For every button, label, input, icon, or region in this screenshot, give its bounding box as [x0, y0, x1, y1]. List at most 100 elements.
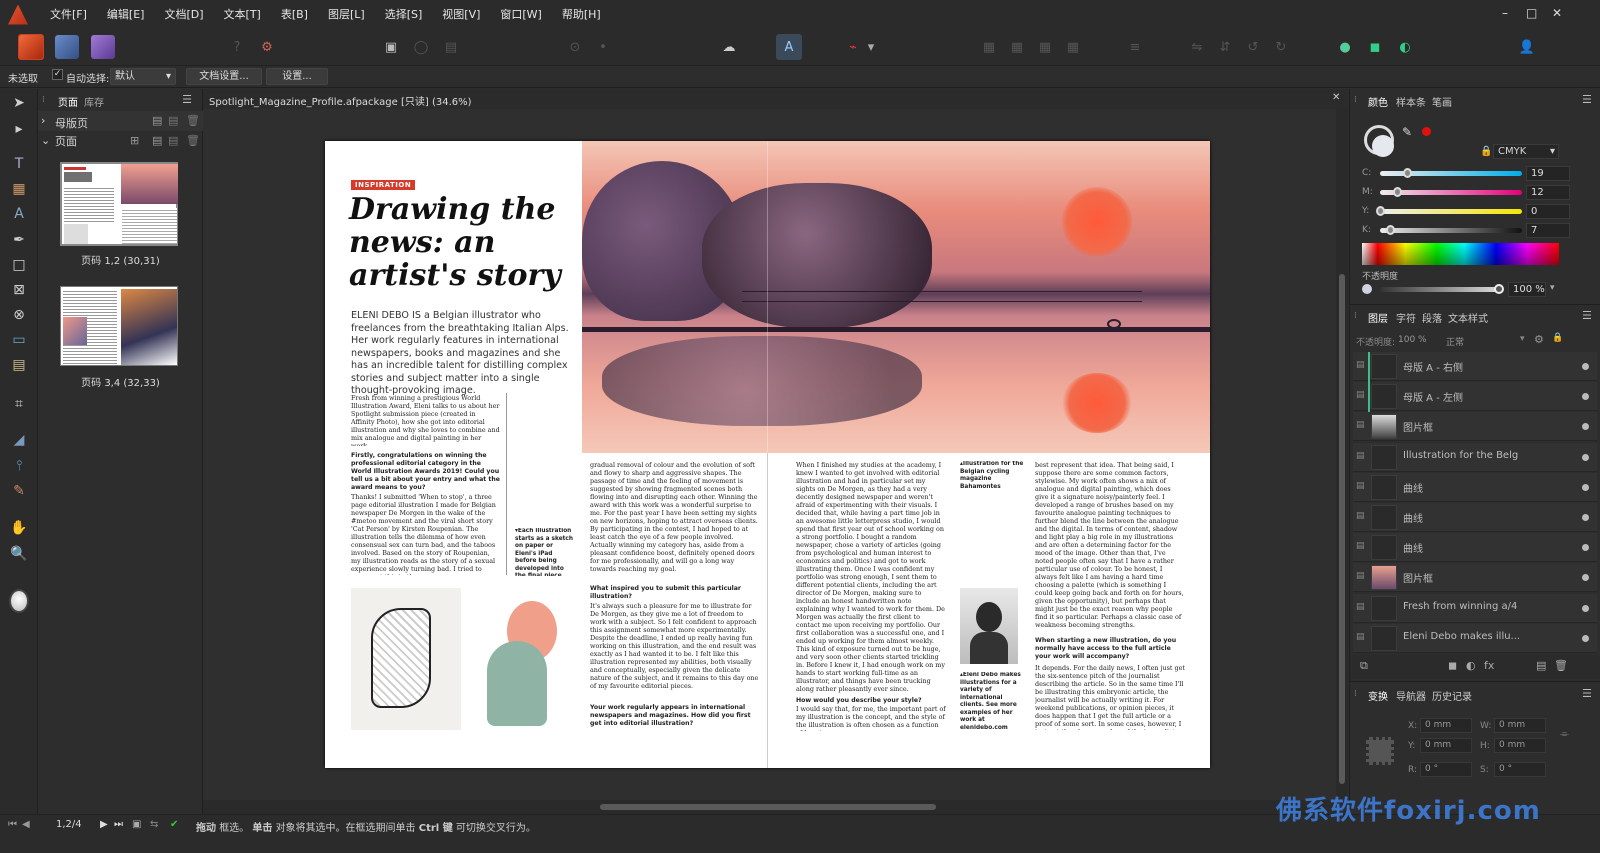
layer-type-icon[interactable]: ▤	[1356, 632, 1365, 642]
ellipse-frame-tool-icon[interactable]: ⊗	[7, 304, 31, 326]
maximize-button[interactable]: □	[1526, 6, 1537, 20]
lock-icon[interactable]: 🔒	[1552, 333, 1563, 343]
spread-view-icon[interactable]: ▣	[132, 819, 141, 830]
add-master-icon[interactable]: ▤	[152, 114, 162, 127]
page-options-icon[interactable]: ⊞	[130, 134, 139, 147]
channel-value-field[interactable]: 12	[1526, 185, 1570, 200]
article-column-3[interactable]: When I finished my studies at the academ…	[796, 461, 946, 695]
last-page-icon[interactable]: ⏭	[114, 819, 123, 830]
layer-type-icon[interactable]: ▤	[1356, 481, 1365, 491]
layer-row[interactable]: ▤ 曲线	[1353, 472, 1597, 502]
document-tab-title[interactable]: Spotlight_Magazine_Profile.afpackage [只读…	[209, 93, 472, 108]
node-tool-icon[interactable]: ▸	[7, 118, 31, 140]
layer-visibility-toggle[interactable]	[1582, 574, 1589, 582]
w-field[interactable]: 0 mm	[1494, 718, 1546, 733]
minimize-button[interactable]: –	[1502, 6, 1508, 20]
pin-icon[interactable]: ⊙	[562, 34, 588, 60]
shear-field[interactable]: 0 °	[1494, 762, 1546, 777]
help-icon[interactable]: ?	[224, 34, 250, 60]
auto-select-checkbox[interactable]: ✓	[52, 69, 63, 80]
channel-value-field[interactable]: 7	[1526, 223, 1570, 238]
channel-value-field[interactable]: 19	[1526, 166, 1570, 181]
hero-illustration[interactable]	[582, 141, 1210, 453]
menu-item[interactable]: 文档[D]	[154, 0, 213, 29]
layer-type-icon[interactable]: ▤	[1356, 571, 1365, 581]
tab-text-styles[interactable]: 文本样式	[1448, 310, 1488, 325]
snapping-dropdown-icon[interactable]: ▾	[864, 34, 878, 60]
layer-visibility-toggle[interactable]	[1582, 544, 1589, 552]
vertical-scrollbar[interactable]	[1336, 109, 1348, 814]
answer-4[interactable]: I would say that, for me, the important …	[796, 705, 946, 731]
link-icon[interactable]: ⇆	[150, 819, 158, 830]
tab-navigator[interactable]: 导航器	[1396, 688, 1426, 703]
article-headline[interactable]: Drawing the news: an artist's story	[349, 193, 575, 292]
artistic-text-tool-icon[interactable]: A	[7, 203, 31, 225]
layers-copy-icon[interactable]: ⧉	[1360, 659, 1368, 673]
answer-2[interactable]: It's always such a pleasure for me to il…	[590, 602, 760, 702]
layer-type-icon[interactable]: ▤	[1356, 420, 1365, 430]
y-field[interactable]: 0 mm	[1420, 738, 1472, 753]
color-mode-dropdown[interactable]: CMYK ▾	[1493, 144, 1559, 159]
question-3[interactable]: Your work regularly appears in internati…	[590, 704, 760, 730]
tab-paragraph[interactable]: 段落	[1422, 310, 1442, 325]
menu-item[interactable]: 图层[L]	[318, 0, 375, 29]
caption-sketch[interactable]: ▾Each illustration starts as a sketch on…	[515, 528, 575, 576]
menu-item[interactable]: 编辑[E]	[97, 0, 155, 29]
rotate-left-icon[interactable]: ↺	[1240, 34, 1266, 60]
page-indicator[interactable]: 1,2/4	[56, 819, 82, 830]
close-document-button[interactable]: ✕	[1332, 92, 1340, 103]
channel-slider-handle[interactable]	[1402, 168, 1412, 178]
pages-section[interactable]: ⌄ 页面 ⊞ ▤ ▤ 🗑	[38, 131, 203, 151]
flip-h-icon[interactable]: ⇋	[1184, 34, 1210, 60]
tab-color[interactable]: 颜色	[1368, 94, 1388, 109]
horizontal-scrollbar[interactable]	[203, 800, 1336, 814]
layer-visibility-toggle[interactable]	[1582, 483, 1589, 491]
text-frame-icon[interactable]: A	[776, 34, 802, 60]
opacity-slider-handle[interactable]	[1494, 284, 1504, 294]
publisher-persona-icon[interactable]	[18, 34, 44, 60]
horizontal-scroll-thumb[interactable]	[600, 804, 936, 810]
channel-slider-handle[interactable]	[1376, 206, 1385, 216]
flip-v-icon[interactable]: ⇵	[1212, 34, 1238, 60]
tab-pages[interactable]: 页面	[58, 94, 78, 109]
previous-page-icon[interactable]: ◀	[22, 819, 30, 830]
layer-visibility-toggle[interactable]	[1582, 423, 1589, 431]
rectangle-tool-icon[interactable]: □	[7, 254, 31, 276]
layer-visibility-toggle[interactable]	[1582, 514, 1589, 521]
preview-icon[interactable]: ◯	[408, 34, 434, 60]
layer-type-icon[interactable]: ▤	[1356, 360, 1365, 370]
article-column-2[interactable]: gradual removal of colour and the evolut…	[590, 461, 760, 581]
channel-slider-handle[interactable]	[1385, 225, 1395, 235]
zoom-tool-icon[interactable]: 🔍	[7, 543, 31, 565]
answer-5[interactable]: It depends. For the daily news, I often …	[1035, 664, 1185, 730]
arrange-back-icon[interactable]: ▦	[976, 34, 1002, 60]
channel-slider[interactable]	[1380, 209, 1522, 214]
boolean-subtract-icon[interactable]: ◼	[1362, 34, 1388, 60]
color-well[interactable]	[1422, 127, 1431, 136]
caption-portrait[interactable]: ▴Eleni Debo makes illustrations for a va…	[960, 672, 1024, 732]
tab-history[interactable]: 历史记录	[1432, 688, 1472, 703]
vertical-scroll-thumb[interactable]	[1339, 274, 1345, 784]
layer-settings-gear-icon[interactable]: ⚙	[1534, 333, 1544, 346]
layer-visibility-toggle[interactable]	[1582, 393, 1589, 401]
designer-persona-icon[interactable]	[90, 34, 116, 60]
caption-bahamontes[interactable]: ▴Illustration for the Belgian cycling ma…	[960, 461, 1024, 497]
layer-row[interactable]: ▤ 曲线	[1353, 533, 1597, 563]
menu-item[interactable]: 文本[T]	[214, 0, 271, 29]
menu-item[interactable]: 视图[V]	[432, 0, 490, 29]
layer-row[interactable]: ▤ Illustration for the Belg	[1353, 442, 1597, 472]
first-page-icon[interactable]: ⏮	[8, 819, 17, 830]
layer-opacity-value[interactable]: 100 %	[1398, 335, 1427, 345]
mask-icon[interactable]: ◼	[1448, 659, 1457, 672]
panel-menu-icon[interactable]: ☰	[182, 93, 192, 106]
add-page-icon[interactable]: ▤	[152, 134, 162, 147]
fx-icon[interactable]: fx	[1484, 659, 1494, 672]
tab-layers[interactable]: 图层	[1368, 310, 1388, 325]
menu-item[interactable]: 表[B]	[271, 0, 318, 29]
panel-menu-icon[interactable]: ☰	[1582, 93, 1592, 106]
arrange-backward-icon[interactable]: ▦	[1004, 34, 1030, 60]
layer-row[interactable]: ▤ 母版 A - 右侧	[1353, 352, 1597, 381]
close-window-button[interactable]: ✕	[1552, 6, 1562, 20]
tab-character[interactable]: 字符	[1396, 310, 1416, 325]
delete-layer-icon[interactable]: 🗑	[1554, 659, 1568, 672]
